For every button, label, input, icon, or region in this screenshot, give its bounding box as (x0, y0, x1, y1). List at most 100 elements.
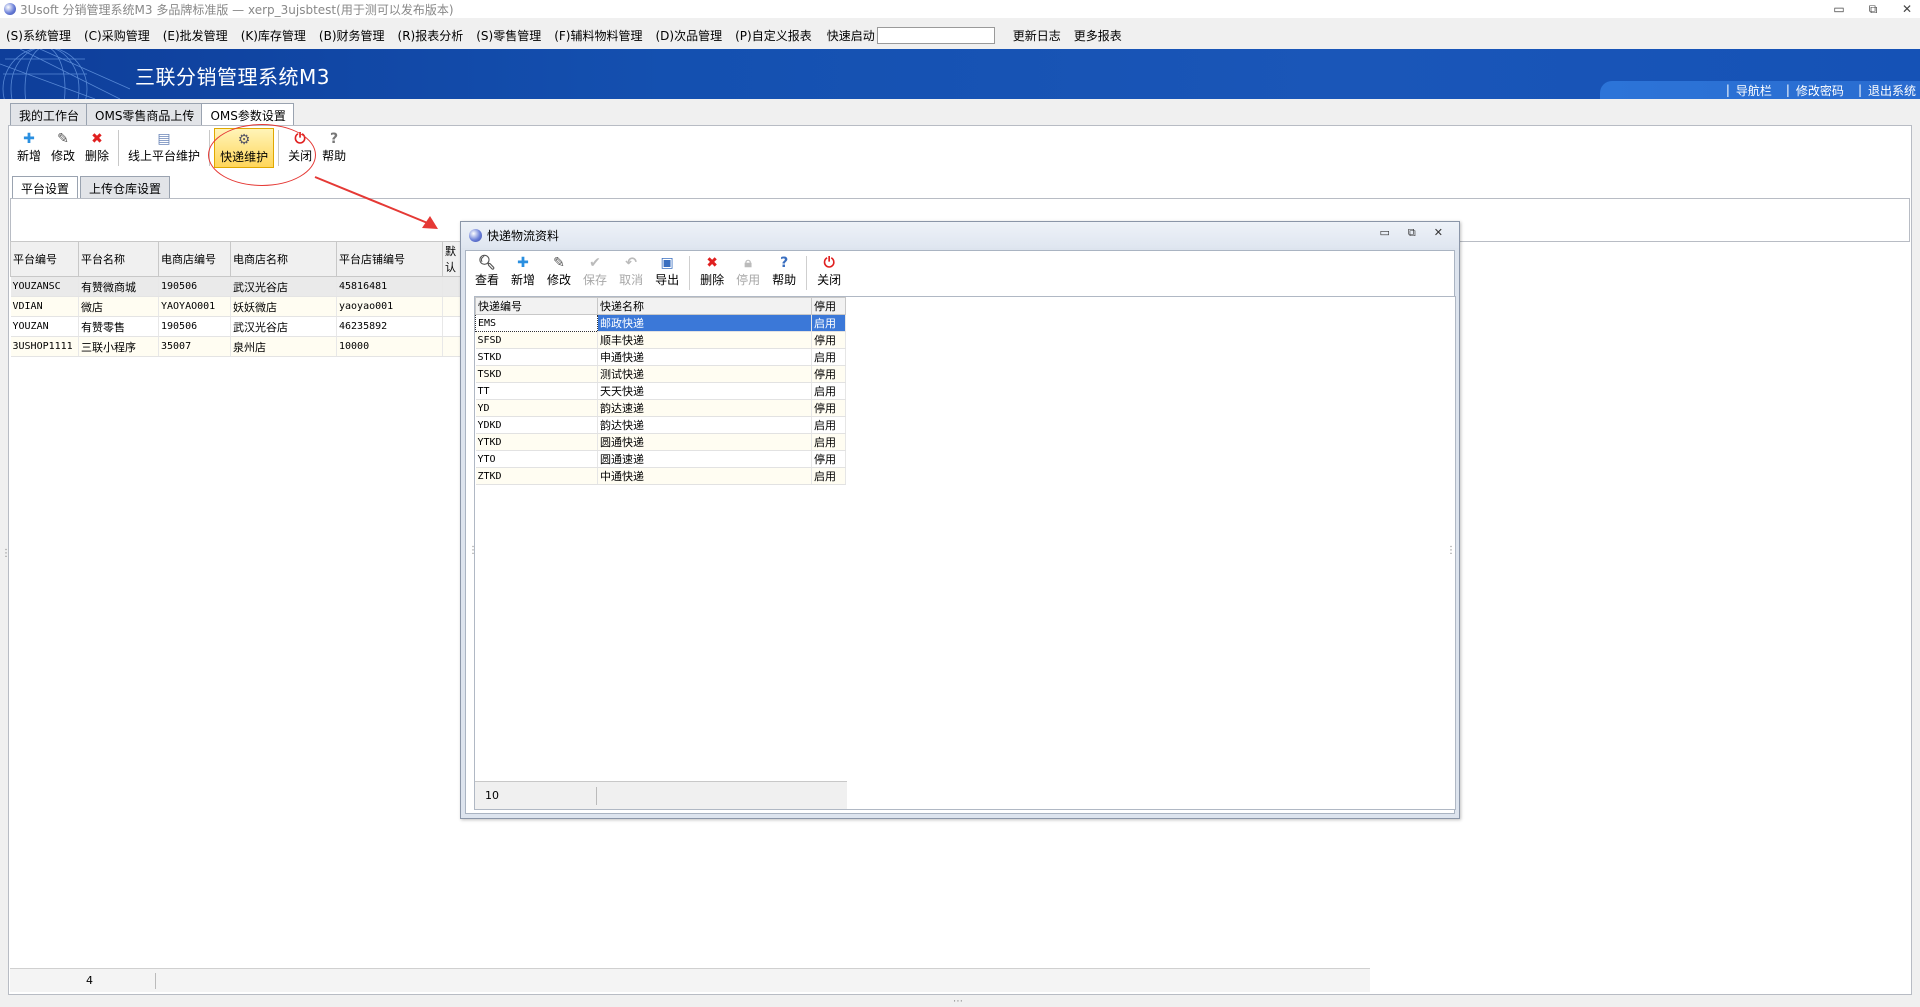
dialog-left-grip[interactable]: ⋮ (468, 545, 478, 556)
menu-reports[interactable]: (R)报表分析 (398, 27, 464, 44)
table-row[interactable]: YD 韵达速递 停用 (475, 399, 846, 417)
minimize-icon[interactable]: ▭ (1832, 2, 1846, 16)
delete-button[interactable]: ✖ 删除 (80, 128, 114, 168)
dialog-edit-button[interactable]: ✎ 修改 (541, 253, 577, 293)
logout-link[interactable]: 退出系统 (1868, 82, 1916, 99)
save-button[interactable]: ✔ 保存 (577, 253, 613, 293)
table-row[interactable]: TSKD 测试快递 停用 (475, 365, 846, 383)
online-platform-button[interactable]: ▤ 线上平台维护 (123, 128, 205, 168)
menu-materials[interactable]: (F)辅料物料管理 (554, 27, 642, 44)
table-row[interactable]: TT 天天快递 启用 (475, 382, 846, 400)
view-button[interactable]: 🔍︎ 查看 (469, 253, 505, 293)
col-shop-id[interactable]: 平台店铺编号 (336, 241, 443, 277)
window-controls: ▭ ⧉ ✕ (1832, 0, 1914, 18)
undo-icon: ↶ (625, 255, 637, 271)
dialog-help-button[interactable]: ? 帮助 (766, 253, 802, 293)
menu-custom-reports[interactable]: (P)自定义报表 (735, 27, 812, 44)
dialog-right-grip[interactable]: ⋮ (1446, 545, 1456, 556)
export-button[interactable]: ▣ 导出 (649, 253, 685, 293)
quick-launch: 快速启动 (826, 26, 1013, 44)
menu-purchase[interactable]: (C)采购管理 (84, 27, 150, 44)
courier-grid-footer: 10 (475, 781, 847, 809)
change-password-link[interactable]: 修改密码 (1796, 82, 1844, 99)
quick-launch-input[interactable] (876, 26, 995, 44)
tab-oms-settings[interactable]: OMS参数设置 (201, 103, 294, 126)
courier-grid: 快递编号 快递名称 停用 EMS 邮政快递 启用 SFSD 顺丰快递 停用 ST… (475, 297, 846, 485)
cancel-button[interactable]: ↶ 取消 (613, 253, 649, 293)
edit-button[interactable]: ✎ 修改 (46, 128, 80, 168)
col-platform-name[interactable]: 平台名称 (78, 241, 159, 277)
help-button[interactable]: ? 帮助 (317, 128, 351, 168)
window-title: 3Usoft 分销管理系统M3 多品牌标准版 — xerp_3ujsbtest(… (20, 2, 454, 17)
dialog-minimize-icon[interactable]: ▭ (1380, 226, 1390, 240)
table-row[interactable]: 3USHOP1111 三联小程序 35007 泉州店 10000 (10, 336, 463, 357)
power-icon: ⏻ (823, 255, 835, 271)
bottom-splitter-grip[interactable]: ⋯ (953, 996, 963, 1007)
table-row[interactable]: YOUZAN 有赞零售 190506 武汉光谷店 46235892 (10, 316, 463, 337)
window-titlebar: 3Usoft 分销管理系统M3 多品牌标准版 — xerp_3ujsbtest(… (0, 0, 1920, 18)
col-disabled[interactable]: 停用 (811, 297, 846, 315)
dialog-window-controls: ▭ ⧉ ✕ (1380, 226, 1443, 240)
document-tabs: 我的工作台 OMS零售商品上传 OMS参数设置 (10, 103, 294, 126)
platform-grid-header: 平台编号 平台名称 电商店编号 电商店名称 平台店铺编号 默认 (10, 241, 463, 277)
dialog-titlebar[interactable]: 快递物流资料 (461, 222, 1459, 248)
dialog-add-button[interactable]: ✚ 新增 (505, 253, 541, 293)
col-store-code[interactable]: 电商店编号 (158, 241, 231, 277)
floppy-disk-icon: ▣ (660, 255, 674, 271)
menu-system[interactable]: (S)系统管理 (6, 27, 71, 44)
table-row[interactable]: VDIAN 微店 YAOYAO001 妖妖微店 yaoyao001 (10, 296, 463, 317)
menu-finance[interactable]: (B)财务管理 (319, 27, 385, 44)
dialog-title: 快递物流资料 (487, 228, 560, 243)
lock-icon: 🔒︎ (744, 255, 752, 271)
col-platform-code[interactable]: 平台编号 (10, 241, 79, 277)
col-courier-name[interactable]: 快递名称 (597, 297, 812, 315)
platform-icon: ▤ (157, 131, 171, 147)
dialog-restore-icon[interactable]: ⧉ (1408, 226, 1416, 240)
dialog-app-icon (469, 228, 482, 242)
help-icon: ? (330, 131, 339, 147)
courier-dialog: 快递物流资料 ▭ ⧉ ✕ 🔍︎ 查看 ✚ 新增 ✎ 修改 ✔ 保存 ↶ 取消 ▣… (460, 221, 1460, 819)
dialog-close-icon[interactable]: ✕ (1434, 226, 1443, 240)
banner-title: 三联分销管理系统M3 (135, 65, 330, 89)
courier-grid-header: 快递编号 快递名称 停用 (475, 297, 846, 315)
plus-icon: ✚ (517, 255, 529, 271)
left-splitter-grip[interactable]: ⋮ (1, 548, 11, 559)
globe-graphic-icon (0, 49, 130, 99)
platform-grid: 平台编号 平台名称 电商店编号 电商店名称 平台店铺编号 默认 YOUZANSC… (10, 241, 463, 357)
record-count: 4 (10, 972, 156, 989)
col-courier-code[interactable]: 快递编号 (475, 297, 598, 315)
tab-my-workbench[interactable]: 我的工作台 (10, 103, 88, 125)
menu-wholesale[interactable]: (E)批发管理 (163, 27, 228, 44)
table-row[interactable]: YTO 圆通速递 停用 (475, 450, 846, 468)
tab-oms-product-upload[interactable]: OMS零售商品上传 (86, 103, 203, 125)
menu-defects[interactable]: (D)次品管理 (656, 27, 723, 44)
close-icon[interactable]: ✕ (1900, 2, 1914, 16)
menu-changelog[interactable]: 更新日志 (1013, 27, 1061, 44)
quick-launch-label: 快速启动 (826, 28, 875, 43)
col-store-name[interactable]: 电商店名称 (230, 241, 337, 277)
tab-upload-warehouse[interactable]: 上传仓库设置 (80, 176, 171, 198)
table-row[interactable]: ZTKD 中通快递 启用 (475, 467, 846, 485)
dialog-delete-button[interactable]: ✖ 删除 (694, 253, 730, 293)
settings-subtabs: 平台设置 上传仓库设置 (12, 176, 172, 198)
delete-x-icon: ✖ (91, 131, 103, 147)
table-row[interactable]: EMS 邮政快递 启用 (475, 314, 846, 332)
menu-inventory[interactable]: (K)库存管理 (241, 27, 306, 44)
menu-more-reports[interactable]: 更多报表 (1074, 27, 1122, 44)
table-row[interactable]: YDKD 韵达快递 启用 (475, 416, 846, 434)
table-row[interactable]: STKD 申通快递 启用 (475, 348, 846, 366)
table-row[interactable]: YTKD 圆通快递 启用 (475, 433, 846, 451)
tab-platform-settings[interactable]: 平台设置 (12, 176, 79, 198)
add-button[interactable]: ✚ 新增 (12, 128, 46, 168)
restore-icon[interactable]: ⧉ (1866, 2, 1880, 17)
nav-panel-link[interactable]: 导航栏 (1736, 82, 1772, 99)
table-row[interactable]: SFSD 顺丰快递 停用 (475, 331, 846, 349)
plus-icon: ✚ (23, 131, 35, 147)
dialog-close-button[interactable]: ⏻ 关闭 (811, 253, 847, 293)
pencil-icon: ✎ (553, 255, 565, 271)
app-banner: 三联分销管理系统M3 | 导航栏 | 修改密码 | 退出系统 (0, 49, 1920, 99)
menu-retail[interactable]: (S)零售管理 (476, 27, 541, 44)
table-row[interactable]: YOUZANSC 有赞微商城 190506 武汉光谷店 45816481 (10, 276, 463, 297)
annotation-arrow-icon (314, 176, 438, 229)
disable-button[interactable]: 🔒︎ 停用 (730, 253, 766, 293)
